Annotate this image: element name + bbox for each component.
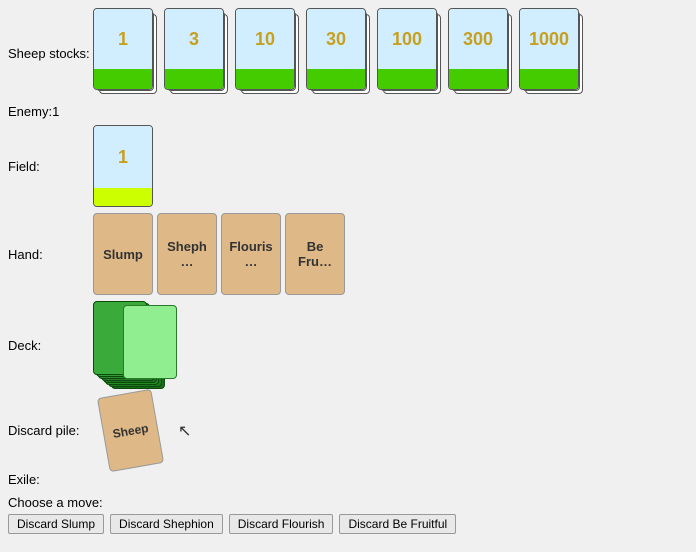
card-grass (165, 69, 223, 89)
sheep-stocks-section: Sheep stocks: 1 3 (8, 8, 688, 98)
field-section: Field: 1 (8, 125, 688, 207)
sheep-stocks-cards: 1 3 10 (93, 8, 584, 98)
card-grass (236, 69, 294, 89)
card-grass (378, 69, 436, 89)
choose-move-label: Choose a move: (8, 495, 688, 510)
card-face-1: 1 (93, 8, 153, 90)
field-card-grass (94, 188, 152, 206)
discard-be-fruitful-button[interactable]: Discard Be Fruitful (339, 514, 456, 534)
choose-move-section: Choose a move: Discard Slump Discard She… (8, 495, 688, 534)
hand-section: Hand: Slump Sheph… Flouris… Be Fru… (8, 213, 688, 295)
discard-slump-button[interactable]: Discard Slump (8, 514, 104, 534)
card-face-100: 100 (377, 8, 437, 90)
card-face-300: 300 (448, 8, 508, 90)
card-face-10: 10 (235, 8, 295, 90)
sheep-stock-card-1000: 1000 (519, 8, 584, 98)
hand-card-befruitful: Be Fru… (285, 213, 345, 295)
card-sky: 3 (165, 9, 223, 69)
card-face-30: 30 (306, 8, 366, 90)
hand-card-shephion: Sheph… (157, 213, 217, 295)
discard-pile-label: Discard pile: (8, 423, 93, 438)
sheep-stock-card-30: 30 (306, 8, 371, 98)
enemy-label: Enemy: (8, 104, 52, 119)
cursor-indicator: ↖ (178, 421, 191, 441)
card-face-1000: 1000 (519, 8, 579, 90)
deck-label: Deck: (8, 338, 93, 353)
card-sky: 100 (378, 9, 436, 69)
enemy-value: 1 (52, 104, 59, 119)
sheep-stock-card-300: 300 (448, 8, 513, 98)
card-sky: 30 (307, 9, 365, 69)
card-sky: 1 (94, 9, 152, 69)
action-buttons-row: Discard Slump Discard Shephion Discard F… (8, 514, 688, 534)
card-sky: 1000 (520, 9, 578, 69)
card-face-3: 3 (164, 8, 224, 90)
sheep-stock-card-1: 1 (93, 8, 158, 98)
field-label: Field: (8, 159, 93, 174)
hand-card-slump: Slump (93, 213, 153, 295)
deck-section: Deck: (8, 301, 688, 389)
sheep-stocks-label: Sheep stocks: (8, 46, 93, 61)
card-grass (94, 69, 152, 89)
discard-flourish-button[interactable]: Discard Flourish (229, 514, 334, 534)
card-sky: 300 (449, 9, 507, 69)
exile-section: Exile: (8, 472, 688, 487)
discard-pile-top-card: Sheep (97, 389, 164, 472)
exile-label: Exile: (8, 472, 93, 487)
card-sky: 10 (236, 9, 294, 69)
hand-card-flourish: Flouris… (221, 213, 281, 295)
field-card-sky: 1 (94, 126, 152, 188)
field-card-value: 1 (118, 147, 128, 168)
deck-card-face (123, 305, 177, 379)
enemy-section: Enemy: 1 (8, 104, 688, 119)
card-grass (449, 69, 507, 89)
deck-stack (93, 301, 183, 389)
discard-shephion-button[interactable]: Discard Shephion (110, 514, 223, 534)
card-grass (520, 69, 578, 89)
hand-label: Hand: (8, 247, 93, 262)
card-grass (307, 69, 365, 89)
field-card: 1 (93, 125, 153, 207)
sheep-stock-card-10: 10 (235, 8, 300, 98)
hand-cards: Slump Sheph… Flouris… Be Fru… (93, 213, 345, 295)
sheep-stock-card-100: 100 (377, 8, 442, 98)
sheep-stock-card-3: 3 (164, 8, 229, 98)
discard-pile-section: Discard pile: Sheep ↖ (8, 393, 688, 468)
